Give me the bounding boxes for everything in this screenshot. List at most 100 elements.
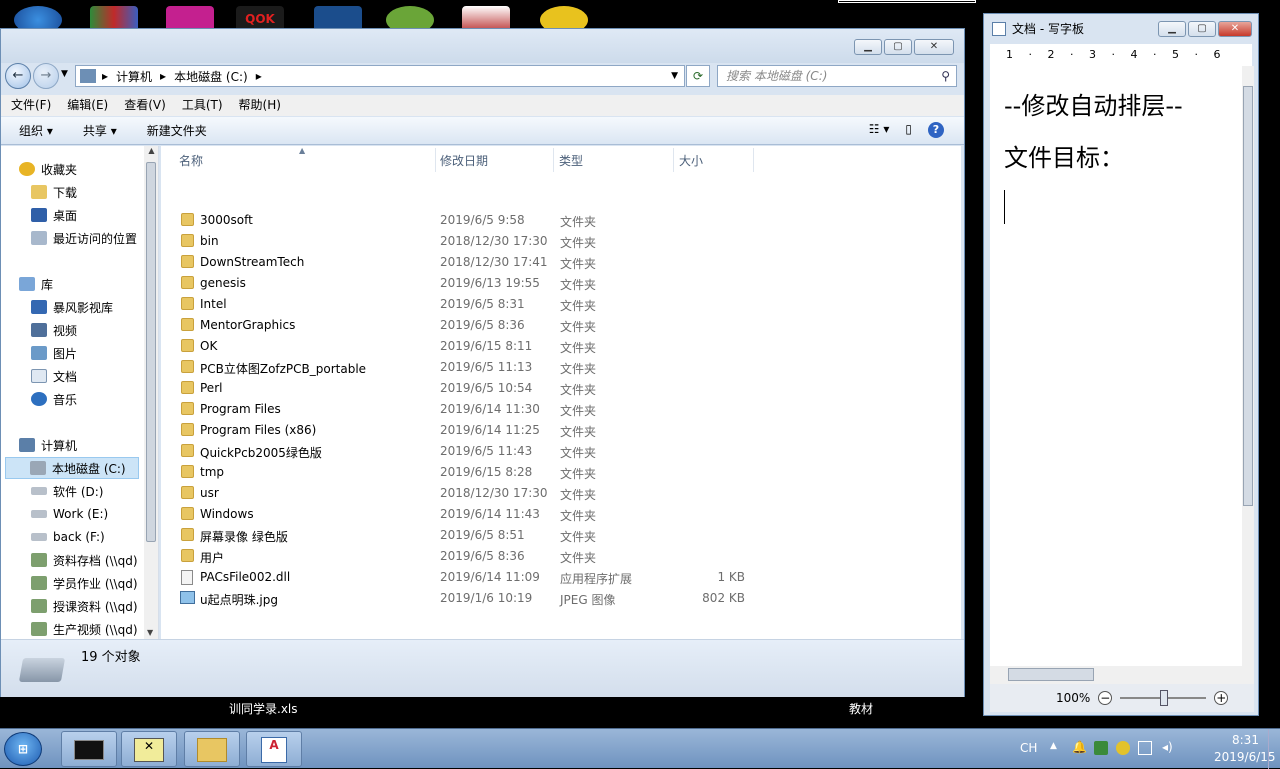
file-row[interactable]: 屏幕录像 绿色版 2019/6/5 8:51 文件夹 [179,525,759,546]
nav-pictures[interactable]: 图片 [31,342,158,364]
zoom-slider[interactable] [1120,690,1207,706]
nav-drive-e[interactable]: Work (E:) [31,503,158,525]
network-icon[interactable] [1138,741,1152,755]
chevron-right-icon[interactable]: ▸ [256,69,262,83]
scroll-thumb[interactable] [1008,668,1094,681]
nav-drive-c[interactable]: 本地磁盘 (C:) [5,457,139,479]
nav-network-3[interactable]: 授课资料 (\\qd) [31,595,158,617]
zoom-slider-thumb[interactable] [1160,690,1169,706]
nav-computer[interactable]: 计算机 [19,434,158,456]
column-divider[interactable] [435,148,436,172]
minimize-button[interactable]: ▁ [854,39,882,55]
column-divider[interactable] [553,148,554,172]
scroll-down-icon[interactable]: ▼ [147,628,153,637]
file-row[interactable]: OK 2019/6/15 8:11 文件夹 [179,336,759,357]
zoom-in-button[interactable]: + [1214,691,1229,705]
maximize-button[interactable]: ▢ [1188,21,1216,37]
scroll-thumb[interactable] [1243,86,1253,506]
address-bar[interactable]: ▸ 计算机 ▸ 本地磁盘 (C:) ▸ ▼ [75,65,685,87]
file-row[interactable]: Intel 2019/6/5 8:31 文件夹 [179,294,759,315]
nav-downloads[interactable]: 下载 [31,181,158,203]
file-row[interactable]: PACsFile002.dll 2019/6/14 11:09 应用程序扩展 1 KB [179,567,759,588]
nav-network-4[interactable]: 生产视频 (\\qd) [31,618,158,639]
chevron-right-icon[interactable]: ▸ [160,69,166,83]
file-row[interactable]: usr 2018/12/30 17:30 文件夹 [179,483,759,504]
file-row[interactable]: u起点明珠.jpg 2019/1/6 10:19 JPEG 图像 802 KB [179,588,759,609]
wordpad-titlebar[interactable]: 文档 - 写字板 ▁ ▢ ✕ [984,14,1258,44]
close-button[interactable]: ✕ [1218,21,1252,37]
minimize-button[interactable]: ▁ [1158,21,1186,37]
column-header-type[interactable]: 类型 [559,152,583,169]
nav-recent[interactable]: 最近访问的位置 [31,227,158,249]
document-vscroll[interactable] [1242,66,1254,666]
new-folder-button[interactable]: 新建文件夹 [147,122,207,139]
file-row[interactable]: PCB立体图ZofzPCB_portable 2019/6/5 11:13 文件夹 [179,357,759,378]
file-row[interactable]: bin 2018/12/30 17:30 文件夹 [179,231,759,252]
document-area[interactable]: --修改自动排层-- 文件目标： [990,66,1242,666]
nav-drive-f[interactable]: back (F:) [31,526,158,548]
show-hidden-icons[interactable]: ▲ [1050,741,1057,751]
refresh-button[interactable]: ⟳ [686,65,710,87]
file-row[interactable]: MentorGraphics 2019/6/5 8:36 文件夹 [179,315,759,336]
share-button[interactable]: 共享 ▾ [83,122,117,139]
view-options-icon[interactable]: ☷ ▾ [869,122,890,138]
nav-drive-d[interactable]: 软件 (D:) [31,480,158,502]
start-button[interactable]: ⊞ [4,732,42,766]
chevron-right-icon[interactable]: ▸ [102,69,108,83]
column-header-modified[interactable]: 修改日期 [440,152,488,169]
help-icon[interactable]: ? [928,122,944,138]
clock-time[interactable]: 8:31 [1232,733,1259,747]
column-divider[interactable] [753,148,754,172]
menu-help[interactable]: 帮助(H) [239,95,281,116]
recent-pages-dropdown[interactable]: ▼ [61,69,68,79]
nav-favorites[interactable]: 收藏夹 [19,158,158,180]
breadcrumb-computer[interactable]: 计算机 [116,68,152,85]
nav-libraries[interactable]: 库 [19,273,158,295]
desktop-folder-label[interactable]: 教材 [849,700,873,717]
desktop-file-label[interactable]: 训同学录.xls [229,700,298,717]
back-button[interactable]: ← [5,63,31,89]
nav-videos[interactable]: 视频 [31,319,158,341]
document-hscroll[interactable] [990,666,1254,684]
menu-tools[interactable]: 工具(T) [182,95,223,116]
menu-file[interactable]: 文件(F) [11,95,51,116]
preview-pane-icon[interactable]: ▯ [905,122,912,138]
file-row[interactable]: Windows 2019/6/14 11:43 文件夹 [179,504,759,525]
search-icon[interactable]: ⚲ [941,66,950,86]
file-row[interactable]: 3000soft 2019/6/5 9:58 文件夹 [179,210,759,231]
document-line-1[interactable]: --修改自动排层-- [1004,86,1183,121]
search-input[interactable]: 搜索 本地磁盘 (C:) ⚲ [717,65,957,87]
file-row[interactable]: tmp 2019/6/15 8:28 文件夹 [179,462,759,483]
file-row[interactable]: Program Files (x86) 2019/6/14 11:25 文件夹 [179,420,759,441]
organize-button[interactable]: 组织 ▾ [19,122,53,139]
zoom-level[interactable]: 100% [1056,691,1090,705]
column-header-name[interactable]: 名称 [179,152,203,169]
file-row[interactable]: Perl 2019/6/5 10:54 文件夹 [179,378,759,399]
language-indicator[interactable]: CH [1020,741,1037,755]
taskbar-cmd[interactable] [61,731,117,767]
taskbar-explorer[interactable] [184,731,240,767]
nav-documents[interactable]: 文档 [31,365,158,387]
security-icon[interactable] [1094,741,1108,755]
taskbar-app-x[interactable]: ✕ [121,731,177,767]
show-desktop-button[interactable] [1268,729,1280,769]
nav-music[interactable]: 音乐 [31,388,158,410]
menu-view[interactable]: 查看(V) [124,95,166,116]
address-dropdown-icon[interactable]: ▼ [671,71,678,81]
nav-network-2[interactable]: 学员作业 (\\qd) [31,572,158,594]
volume-icon[interactable]: ◂) [1162,740,1173,754]
menu-edit[interactable]: 编辑(E) [67,95,108,116]
close-button[interactable]: ✕ [914,39,954,55]
explorer-titlebar[interactable]: ▁ ▢ ✕ [1,29,964,63]
scroll-up-icon[interactable]: ▲ [144,146,158,155]
taskbar-wordpad[interactable]: A [246,731,302,767]
file-row[interactable]: Program Files 2019/6/14 11:30 文件夹 [179,399,759,420]
nav-network-1[interactable]: 资料存档 (\\qd) [31,549,158,571]
nav-desktop[interactable]: 桌面 [31,204,158,226]
clock-date[interactable]: 2019/6/15 [1214,750,1276,764]
nav-scrollbar[interactable]: ▲ ▼ [144,146,158,639]
maximize-button[interactable]: ▢ [884,39,912,55]
column-header-size[interactable]: 大小 [679,152,703,169]
zoom-out-button[interactable]: − [1098,691,1113,705]
scroll-thumb[interactable] [146,162,156,542]
